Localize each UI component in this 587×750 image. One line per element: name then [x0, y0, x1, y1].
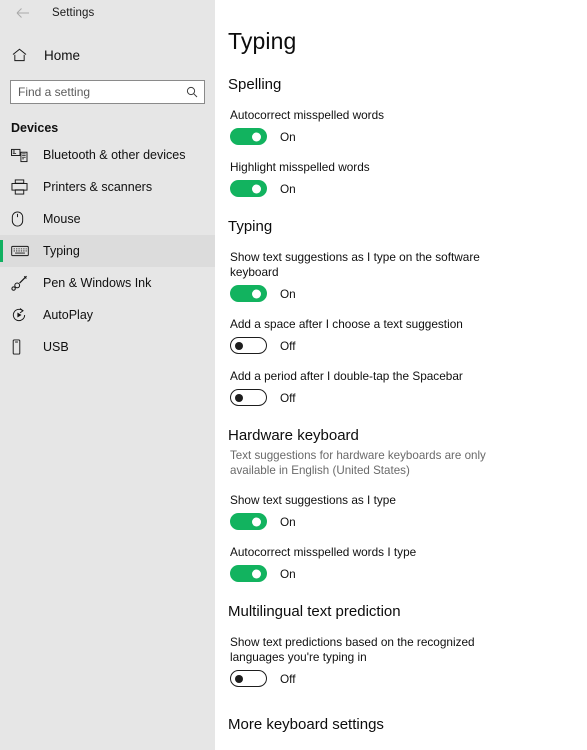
sidebar-nav-list: Bluetooth & other devices Printers & sca…: [0, 139, 215, 363]
sidebar-item-label: Printers & scanners: [43, 180, 153, 194]
toggle-highlight-misspelled-words[interactable]: [230, 180, 267, 197]
sidebar-item-label: Bluetooth & other devices: [43, 148, 186, 162]
toggle-row: Off: [230, 337, 567, 354]
search-box[interactable]: [10, 80, 205, 104]
sidebar-item-home[interactable]: Home: [0, 41, 215, 69]
toggle-row: On: [230, 565, 567, 582]
setting-show-text-predictions-languages: Show text predictions based on the recog…: [230, 635, 567, 687]
toggle-state-label: On: [280, 514, 296, 529]
setting-label: Highlight misspelled words: [230, 160, 370, 174]
usb-icon: [11, 338, 31, 356]
toggle-row: Off: [230, 670, 567, 687]
setting-add-period-double-tap-spacebar: Add a period after I double-tap the Spac…: [230, 369, 567, 406]
section-typing: Typing Show text suggestions as I type o…: [228, 218, 567, 406]
home-icon: [12, 46, 32, 64]
back-arrow-icon[interactable]: [10, 3, 36, 23]
setting-highlight-misspelled-words: Highlight misspelled words On: [230, 160, 567, 197]
sidebar-item-typing[interactable]: Typing: [0, 235, 215, 267]
toggle-state-label: Off: [280, 390, 296, 405]
home-label: Home: [44, 47, 81, 63]
setting-show-text-suggestions-software-keyboard: Show text suggestions as I type on the s…: [230, 250, 567, 302]
toggle-state-label: On: [280, 181, 296, 196]
section-title: Multilingual text prediction: [228, 603, 401, 620]
sidebar-item-label: Typing: [43, 244, 80, 258]
setting-label: Show text predictions based on the recog…: [230, 635, 475, 664]
toggle-state-label: On: [280, 286, 296, 301]
setting-label: Show text suggestions as I type: [230, 493, 396, 507]
toggle-row: On: [230, 180, 567, 197]
autoplay-icon: [11, 306, 31, 324]
toggle-row: On: [230, 513, 567, 530]
toggle-autocorrect-misspelled-words[interactable]: [230, 128, 267, 145]
search-icon[interactable]: [186, 86, 198, 98]
setting-label: Autocorrect misspelled words: [230, 108, 385, 122]
toggle-state-label: Off: [280, 338, 296, 353]
mouse-icon: [11, 210, 31, 228]
sidebar-item-pen-windows-ink[interactable]: Pen & Windows Ink: [0, 267, 215, 299]
sidebar-group-header: Devices: [11, 121, 59, 135]
toggle-state-label: On: [280, 566, 296, 581]
toggle-show-text-suggestions-hardware[interactable]: [230, 513, 267, 530]
toggle-state-label: On: [280, 129, 296, 144]
toggle-row: On: [230, 285, 567, 302]
keyboard-icon: [11, 242, 31, 260]
sidebar-item-autoplay[interactable]: AutoPlay: [0, 299, 215, 331]
title-bar: Settings: [0, 0, 215, 26]
setting-add-space-after-suggestion: Add a space after I choose a text sugges…: [230, 317, 567, 354]
sidebar-item-label: Mouse: [43, 212, 81, 226]
setting-show-text-suggestions-hardware: Show text suggestions as I type On: [230, 493, 567, 530]
section-spelling: Spelling Autocorrect misspelled words On…: [228, 76, 567, 197]
sidebar-item-usb[interactable]: USB: [0, 331, 215, 363]
app-title: Settings: [52, 7, 95, 19]
section-title: More keyboard settings: [228, 716, 384, 733]
main-content: Typing Spelling Autocorrect misspelled w…: [215, 0, 587, 750]
section-multilingual-text-prediction: Multilingual text prediction Show text p…: [228, 603, 567, 687]
search-input[interactable]: [11, 81, 204, 103]
bluetooth-devices-icon: [11, 146, 31, 164]
toggle-row: On: [230, 128, 567, 145]
section-title: Spelling: [228, 76, 282, 93]
settings-window: Settings Home Devices: [0, 0, 587, 750]
toggle-autocorrect-misspelled-words-i-type[interactable]: [230, 565, 267, 582]
sidebar-item-label: USB: [43, 340, 69, 354]
sidebar-item-printers-scanners[interactable]: Printers & scanners: [0, 171, 215, 203]
setting-label: Show text suggestions as I type on the s…: [230, 250, 480, 279]
section-hardware-keyboard: Hardware keyboard Text suggestions for h…: [228, 427, 567, 582]
section-more-keyboard-settings: More keyboard settings Advanced keyboard…: [228, 716, 567, 750]
section-description: Text suggestions for hardware keyboards …: [230, 449, 486, 477]
toggle-add-space-after-suggestion[interactable]: [230, 337, 267, 354]
sidebar-item-label: AutoPlay: [43, 308, 94, 322]
section-title: Hardware keyboard: [228, 427, 359, 444]
toggle-show-text-predictions-languages[interactable]: [230, 670, 267, 687]
sidebar-item-mouse[interactable]: Mouse: [0, 203, 215, 235]
toggle-row: Off: [230, 389, 567, 406]
sidebar-item-bluetooth-other-devices[interactable]: Bluetooth & other devices: [0, 139, 215, 171]
sidebar-item-label: Pen & Windows Ink: [43, 276, 152, 290]
toggle-add-period-double-tap-spacebar[interactable]: [230, 389, 267, 406]
setting-label: Add a period after I double-tap the Spac…: [230, 369, 463, 383]
printer-icon: [11, 178, 31, 196]
setting-autocorrect-misspelled-words: Autocorrect misspelled words On: [230, 108, 567, 145]
setting-label: Autocorrect misspelled words I type: [230, 545, 417, 559]
sidebar: Settings Home Devices: [0, 0, 215, 750]
page-title: Typing: [228, 28, 297, 54]
setting-label: Add a space after I choose a text sugges…: [230, 317, 463, 331]
pen-icon: [11, 274, 31, 292]
toggle-show-text-suggestions-software-keyboard[interactable]: [230, 285, 267, 302]
setting-autocorrect-misspelled-words-i-type: Autocorrect misspelled words I type On: [230, 545, 567, 582]
toggle-state-label: Off: [280, 671, 296, 686]
section-title: Typing: [228, 218, 273, 235]
